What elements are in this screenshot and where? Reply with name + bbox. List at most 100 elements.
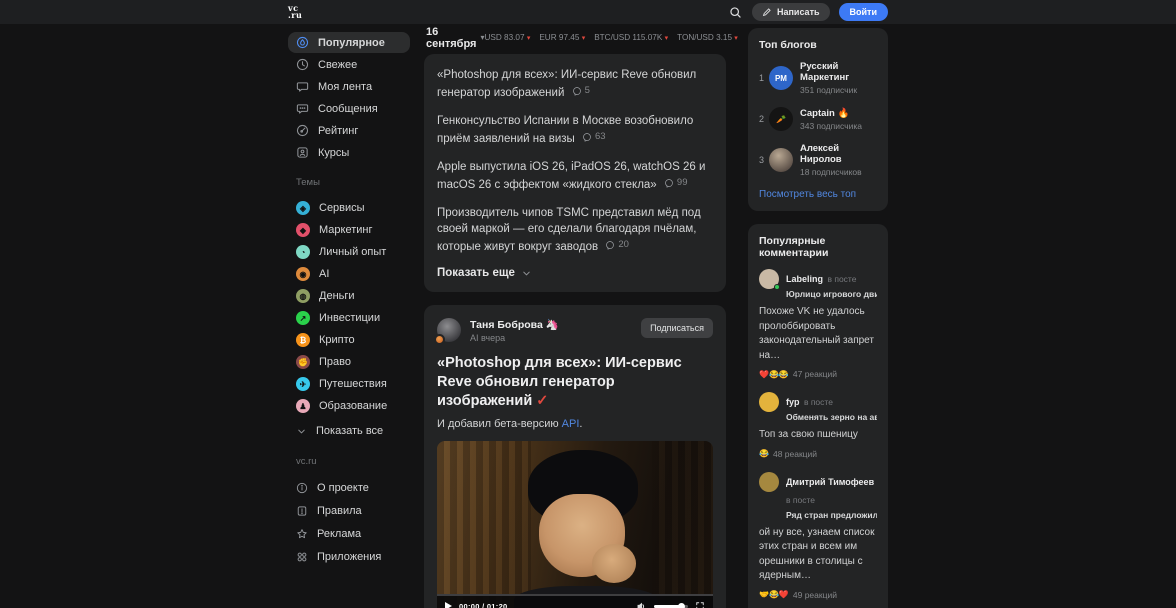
footer-item-label: Приложения — [317, 551, 381, 563]
blog-row-2[interactable]: 2 🥕 Captain 🔥 343 подписчика — [759, 107, 877, 131]
blog-row-3[interactable]: 3 Алексей Ниролов 18 подписчиков — [759, 143, 877, 177]
comment-avatar[interactable] — [759, 392, 779, 412]
digest-item[interactable]: Производитель чипов TSMC представил мёд … — [437, 205, 713, 255]
video-controls: 00:00 / 01:20 — [437, 594, 713, 608]
volume-slider[interactable] — [654, 605, 688, 608]
post-meta[interactable]: AI вчера — [470, 333, 559, 343]
sidebar-item-rating[interactable]: Рейтинг — [288, 120, 410, 141]
comment-text[interactable]: ой ну все, узнаем список этих стран и вс… — [759, 526, 877, 584]
rate-down-icon: ▾ — [582, 35, 586, 42]
sidebar-item-about[interactable]: О проекте — [288, 476, 410, 499]
sidebar-topic-crypto[interactable]: ₿ Крипто — [288, 329, 410, 351]
topic-label: Право — [319, 356, 351, 368]
sidebar-item-messages[interactable]: Сообщения — [288, 98, 410, 119]
digest-item[interactable]: «Photoshop для всех»: ИИ-сервис Reve обн… — [437, 67, 713, 101]
sidebar-topic-personal[interactable]: ◔ Личный опыт — [288, 241, 410, 263]
comment-author[interactable]: fyp — [786, 397, 800, 407]
comment-post-title[interactable]: Ряд стран предложил полностью … — [786, 510, 877, 520]
sidebar-topic-invest[interactable]: ↗ Инвестиции — [288, 307, 410, 329]
comment-avatar[interactable] — [759, 472, 779, 492]
video-thumbnail — [437, 441, 531, 608]
sidebar-topic-money[interactable]: ◍ Деньги — [288, 285, 410, 307]
digest-comments[interactable]: 99 — [664, 175, 688, 191]
vc-logo[interactable]: vc .ru — [288, 5, 302, 19]
video-timestamp: 00:00 / 01:20 — [459, 602, 508, 608]
volume-icon[interactable] — [636, 601, 647, 608]
topic-label: Образование — [319, 400, 387, 412]
sidebar-topic-marketing[interactable]: ◆ Маркетинг — [288, 219, 410, 241]
currency-rates: USD 83.07 ▾ EUR 97.45 ▾ BTC/USD 115.07K … — [484, 33, 737, 42]
digest-item[interactable]: Apple выпустила iOS 26, iPadOS 26, watch… — [437, 159, 713, 193]
rate-usd[interactable]: USD 83.07 ▾ — [484, 33, 530, 42]
digest-comments[interactable]: 5 — [572, 83, 590, 99]
chevron-down-icon — [521, 268, 532, 279]
write-button[interactable]: Написать — [752, 3, 830, 21]
comment-avatar[interactable] — [759, 269, 779, 289]
sidebar-topic-travel[interactable]: ✈ Путешествия — [288, 373, 410, 395]
blog-name: Алексей Ниролов — [800, 143, 877, 165]
sidebar-item-popular[interactable]: Популярное — [288, 32, 410, 53]
crypto-topic-icon: ₿ — [296, 333, 310, 347]
comment-text[interactable]: Топ за свою пшеницу — [759, 428, 877, 443]
sidebar-topic-ai[interactable]: ◉ AI — [288, 263, 410, 285]
post-title[interactable]: «Photoshop для всех»: ИИ-сервис Reve обн… — [437, 354, 713, 411]
reaction-count: 47 реакций — [793, 369, 837, 379]
blog-row-1[interactable]: 1 РМ Русский Маркетинг 351 подписчик — [759, 61, 877, 95]
play-button[interactable] — [445, 602, 452, 608]
chevron-down-icon — [296, 426, 307, 437]
sidebar-item-label: Сообщения — [318, 103, 378, 115]
sidebar-item-my-feed[interactable]: Моя лента — [288, 76, 410, 97]
sidebar-topic-law[interactable]: ✊ Право — [288, 351, 410, 373]
sidebar-item-rules[interactable]: Правила — [288, 499, 410, 522]
digest-item-text: Генконсульство Испании в Москве возобнов… — [437, 115, 693, 145]
api-link[interactable]: API — [562, 418, 580, 430]
digest-comments[interactable]: 20 — [605, 237, 629, 253]
view-full-top-link[interactable]: Посмотреть весь топ — [759, 189, 877, 200]
rate-ton[interactable]: TON/USD 3.15 ▾ — [677, 33, 738, 42]
post-body: И добавил бета-версию API. — [437, 418, 713, 430]
author-avatar[interactable] — [437, 318, 461, 342]
date-selector[interactable]: 16 сентября — [426, 26, 476, 50]
comment-text[interactable]: Похоже VK не удалось пролоббировать зако… — [759, 305, 877, 363]
show-more-button[interactable]: Показать еще — [437, 267, 713, 279]
comment-author[interactable]: Labeling — [786, 274, 823, 284]
info-icon — [296, 482, 308, 494]
ai-topic-icon: ◉ — [296, 267, 310, 281]
rate-eur[interactable]: EUR 97.45 ▾ — [539, 33, 585, 42]
comment-icon — [605, 240, 615, 250]
sidebar-item-courses[interactable]: Курсы — [288, 142, 410, 163]
reaction-emojis: 🤝😂❤️ — [759, 590, 789, 599]
comment-post-title[interactable]: Обменять зерно на автомобили: р… — [786, 412, 877, 422]
blog-subscribers: 343 подписчика — [800, 121, 862, 131]
popular-comments-title: Популярные комментарии — [759, 235, 877, 259]
sidebar-item-fresh[interactable]: Свежее — [288, 54, 410, 75]
sidebar-item-ads[interactable]: Реклама — [288, 522, 410, 545]
post-author-name[interactable]: Таня Боброва 🦄 — [470, 318, 559, 331]
sidebar-topic-education[interactable]: ♟ Образование — [288, 395, 410, 417]
login-button[interactable]: Войти — [839, 3, 888, 21]
ai-topic-badge-icon — [434, 334, 445, 345]
search-icon[interactable] — [729, 5, 743, 19]
topic-label: Маркетинг — [319, 224, 372, 236]
popular-comments-card: Популярные комментарии Labeling в посте … — [748, 224, 888, 608]
blog-subscribers: 351 подписчик — [800, 85, 877, 95]
sidebar-item-apps[interactable]: Приложения — [288, 545, 410, 568]
sidebar-item-label: Популярное — [318, 37, 385, 49]
gauge-icon — [296, 124, 309, 137]
digest-comments[interactable]: 63 — [582, 129, 606, 145]
digest-item[interactable]: Генконсульство Испании в Москве возобнов… — [437, 113, 713, 147]
video-player[interactable]: 00:00 / 01:20 — [437, 441, 713, 608]
marketing-topic-icon: ◆ — [296, 223, 310, 237]
online-dot — [774, 284, 780, 290]
video-progress-bar[interactable] — [437, 594, 713, 596]
sidebar-topic-services[interactable]: ◈ Сервисы — [288, 197, 410, 219]
comment-post-title[interactable]: Юрлицо игрового движка Nau Eng… — [786, 289, 877, 299]
comment-author[interactable]: Дмитрий Тимофеев — [786, 477, 874, 487]
show-all-topics-button[interactable]: Показать все — [288, 420, 410, 442]
blog-avatar: 🥕 — [769, 107, 793, 131]
rate-btc[interactable]: BTC/USD 115.07K ▾ — [594, 33, 668, 42]
red-check-icon: ✓ — [536, 393, 548, 409]
fullscreen-icon[interactable] — [695, 601, 705, 608]
subscribe-button[interactable]: Подписаться — [641, 318, 713, 338]
pencil-icon — [762, 7, 772, 17]
